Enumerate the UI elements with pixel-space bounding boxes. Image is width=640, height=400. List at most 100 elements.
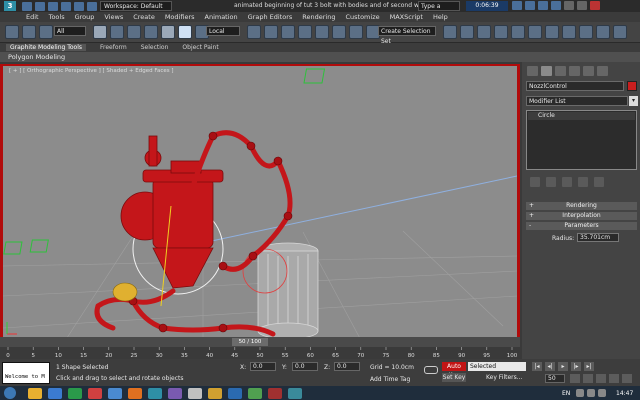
undo-icon[interactable] (61, 2, 71, 11)
time-slider-thumb[interactable]: 50 / 100 (232, 338, 268, 346)
notepad-icon[interactable] (188, 388, 202, 399)
new-file-icon[interactable] (22, 2, 32, 11)
user-icon[interactable] (551, 1, 561, 10)
language-indicator[interactable]: EN (562, 390, 570, 397)
rollout-interpolation[interactable]: + Interpolation (526, 212, 637, 220)
excel-icon[interactable] (248, 388, 262, 399)
zoom-all-icon[interactable] (583, 374, 593, 383)
object-name-field[interactable]: NozzlControl (526, 81, 624, 91)
utilities-tab-icon[interactable] (597, 66, 608, 76)
key-icon[interactable] (424, 366, 438, 374)
spinner-snap-icon[interactable] (349, 25, 363, 39)
render-setup-icon[interactable] (562, 25, 576, 39)
display-tab-icon[interactable] (583, 66, 594, 76)
menu-maxscript[interactable]: MAXScript (390, 13, 423, 21)
tab-freeform[interactable]: Freeform (100, 44, 127, 51)
x-coordinate-field[interactable]: 0.0 (250, 362, 276, 371)
menu-edit[interactable]: Edit (26, 13, 39, 21)
scene-canvas[interactable] (3, 66, 517, 344)
info-icon[interactable] (525, 1, 535, 10)
perspective-viewport[interactable]: [ + ] [ Orthographic Perspective ] [ Sha… (3, 66, 517, 344)
go-to-start-icon[interactable]: |◂ (532, 362, 542, 371)
tab-selection[interactable]: Selection (141, 44, 169, 51)
material-editor-icon[interactable] (545, 25, 559, 39)
rendered-frame-icon[interactable] (579, 25, 593, 39)
modifier-stack[interactable]: Circle (526, 110, 637, 170)
modifier-list-dropdown[interactable]: Modifier List (526, 96, 628, 106)
z-coordinate-field[interactable]: 0.0 (334, 362, 360, 371)
motion-tab-icon[interactable] (569, 66, 580, 76)
save-icon[interactable] (48, 2, 58, 11)
menu-animation[interactable]: Animation (205, 13, 238, 21)
redo-icon[interactable] (74, 2, 84, 11)
next-frame-icon[interactable]: |▸ (571, 362, 581, 371)
search-input[interactable]: Type a (418, 1, 460, 11)
y-coordinate-field[interactable]: 0.0 (292, 362, 318, 371)
menu-help[interactable]: Help (433, 13, 448, 21)
render-teapot-icon[interactable] (613, 25, 627, 39)
key-mode-dropdown[interactable]: Selected (468, 362, 526, 371)
layer-manager-icon[interactable] (477, 25, 491, 39)
chevron-down-icon[interactable]: ▾ (629, 96, 638, 106)
powerpoint-icon[interactable] (128, 388, 142, 399)
app-logo[interactable]: 3 (4, 1, 16, 11)
battery-icon[interactable] (598, 389, 606, 397)
menu-views[interactable]: Views (104, 13, 123, 21)
recorder-icon[interactable] (268, 388, 282, 399)
menu-modifiers[interactable]: Modifiers (165, 13, 195, 21)
folder-icon[interactable] (208, 388, 222, 399)
redo-tool-icon[interactable] (22, 25, 36, 39)
rollout-parameters[interactable]: - Parameters (526, 222, 637, 230)
menu-customize[interactable]: Customize (345, 13, 379, 21)
key-filters-button[interactable]: Key Filters... (486, 374, 523, 381)
star-icon[interactable] (538, 1, 548, 10)
make-unique-icon[interactable] (562, 177, 572, 187)
mirror-icon[interactable] (443, 25, 457, 39)
file-explorer-icon[interactable] (28, 388, 42, 399)
angle-snap-icon[interactable] (315, 25, 329, 39)
set-key-button[interactable]: Set Key (442, 373, 466, 382)
menu-group[interactable]: Group (75, 13, 95, 21)
render-production-icon[interactable] (596, 25, 610, 39)
rectangular-selection-icon[interactable] (127, 25, 141, 39)
auto-key-button[interactable]: Auto Key (442, 362, 466, 379)
modify-tab-icon[interactable] (541, 66, 552, 76)
undo-tool-icon[interactable] (5, 25, 19, 39)
align-icon[interactable] (460, 25, 474, 39)
taskbar-clock[interactable]: 14:47 (616, 390, 633, 397)
menu-tools[interactable]: Tools (49, 13, 65, 21)
rollout-rendering[interactable]: + Rendering (526, 202, 637, 210)
media-icon[interactable] (68, 388, 82, 399)
configure-sets-icon[interactable] (594, 177, 604, 187)
radius-spinner[interactable]: 35.701cm (577, 233, 619, 242)
3dsmax-icon[interactable] (148, 388, 162, 399)
current-frame-field[interactable]: 50 (545, 374, 565, 383)
schematic-view-icon[interactable] (528, 25, 542, 39)
select-by-name-icon[interactable] (110, 25, 124, 39)
snap-toggle-icon[interactable] (298, 25, 312, 39)
tab-graphite-modeling-tools[interactable]: Graphite Modeling Tools (6, 44, 87, 51)
remove-modifier-icon[interactable] (578, 177, 588, 187)
select-move-icon[interactable] (161, 25, 175, 39)
manipulate-icon[interactable] (264, 25, 278, 39)
network-icon[interactable] (576, 389, 584, 397)
volume-icon[interactable] (587, 389, 595, 397)
help-icon[interactable] (512, 1, 522, 10)
viewport-label[interactable]: [ + ] [ Orthographic Perspective ] [ Sha… (9, 68, 174, 74)
percent-snap-icon[interactable] (332, 25, 346, 39)
open-file-icon[interactable] (35, 2, 45, 11)
window-crossing-icon[interactable] (144, 25, 158, 39)
object-color-swatch[interactable] (627, 81, 637, 91)
curve-editor-icon[interactable] (511, 25, 525, 39)
hierarchy-tab-icon[interactable] (555, 66, 566, 76)
workspace-dropdown[interactable]: Workspace: Default (100, 1, 172, 11)
menu-rendering[interactable]: Rendering (302, 13, 335, 21)
orbit-icon[interactable] (609, 374, 619, 383)
show-end-result-icon[interactable] (546, 177, 556, 187)
add-time-tag[interactable]: Add Time Tag (370, 376, 410, 383)
pivot-center-icon[interactable] (247, 25, 261, 39)
pin-stack-icon[interactable] (530, 177, 540, 187)
maxscript-listener[interactable]: Welcome to M (2, 362, 50, 384)
menu-create[interactable]: Create (133, 13, 155, 21)
graphite-toggle-icon[interactable] (494, 25, 508, 39)
